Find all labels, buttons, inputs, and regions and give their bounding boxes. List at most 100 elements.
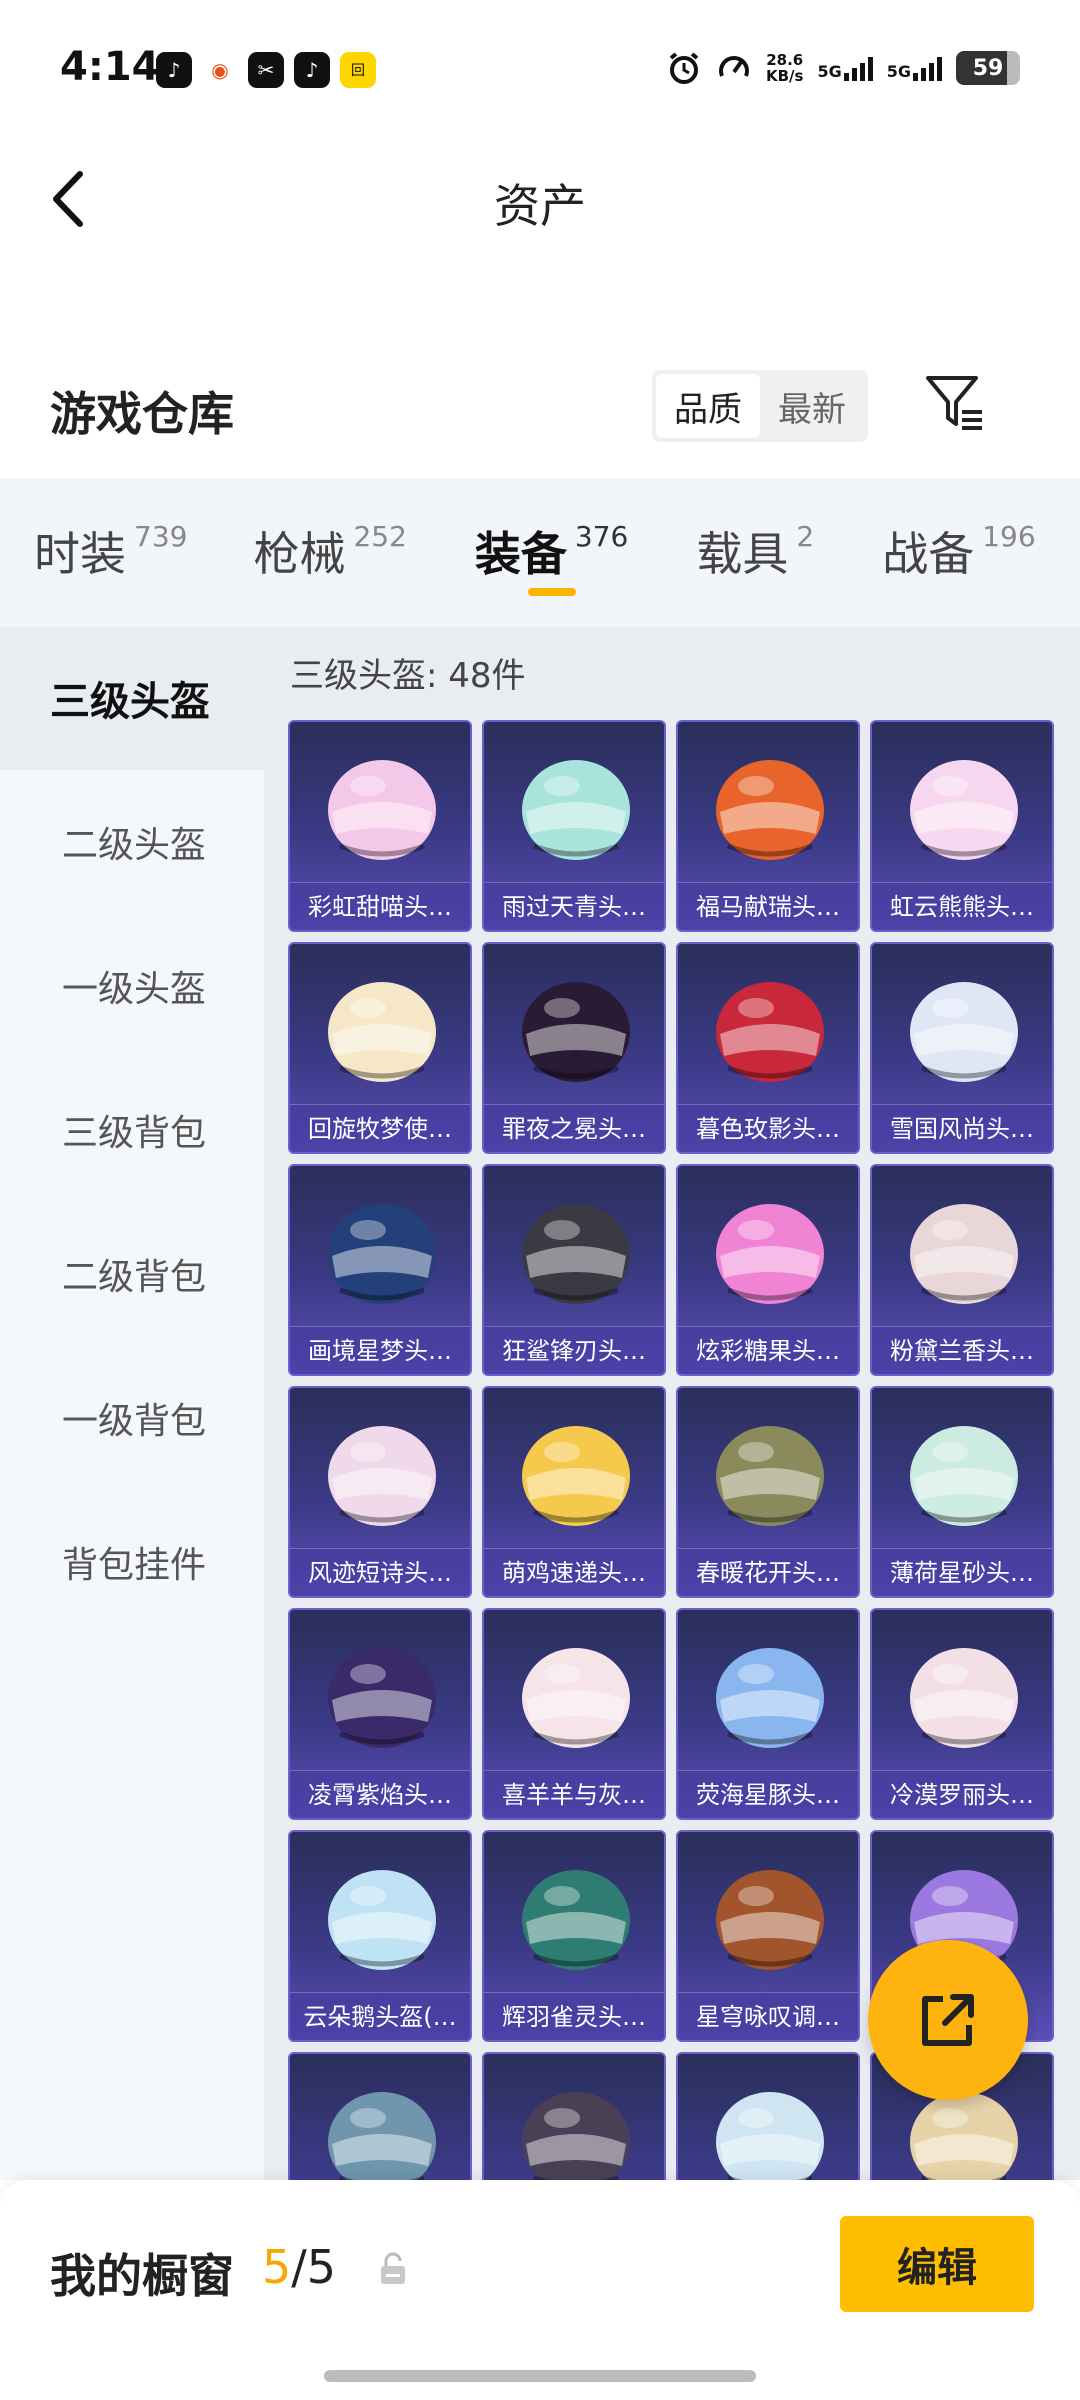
- app-badge-icon: 回: [340, 52, 376, 88]
- item-card[interactable]: 春暖花开头…: [676, 1386, 860, 1598]
- helmet-icon: [522, 1648, 630, 1748]
- item-card[interactable]: 冷漠罗丽头…: [870, 1608, 1054, 1820]
- item-name: 风迹短诗头…: [290, 1548, 470, 1596]
- item-name: 狂鲨锋刃头…: [484, 1326, 664, 1374]
- helmet-icon: [522, 1870, 630, 1970]
- item-card[interactable]: 彩虹甜喵头…: [288, 720, 472, 932]
- item-name: 萌鸡速递头…: [484, 1548, 664, 1596]
- helmet-icon: [716, 760, 824, 860]
- helmet-icon: [716, 1204, 824, 1304]
- helmet-icon: [910, 1204, 1018, 1304]
- page-title: 资产: [494, 179, 586, 233]
- item-name: 云朵鹅头盔(…: [290, 1992, 470, 2040]
- item-name: 春暖花开头…: [678, 1548, 858, 1596]
- item-card[interactable]: 虹云熊熊头…: [870, 720, 1054, 932]
- douyin-icon: ♪: [156, 52, 192, 88]
- helmet-icon: [910, 982, 1018, 1082]
- list-count-header: 三级头盔: 48件: [290, 656, 526, 696]
- category-tabs: 时装 739 枪械 252 装备 376 载具 2 战备 196: [0, 478, 1080, 626]
- item-card[interactable]: 狂鲨锋刃头…: [482, 1164, 666, 1376]
- item-name: 彩虹甜喵头…: [290, 882, 470, 930]
- helmet-icon: [328, 1204, 436, 1304]
- signal-2: 5G: [887, 55, 942, 81]
- helmet-icon: [328, 982, 436, 1082]
- subcategory-sidebar: 三级头盔 二级头盔 一级头盔 三级背包 二级背包 一级背包 背包挂件: [0, 626, 264, 2180]
- item-name: 暮色玫影头…: [678, 1104, 858, 1152]
- item-card[interactable]: 回旋牧梦使…: [288, 942, 472, 1154]
- item-card[interactable]: 粉黛兰香头…: [870, 1164, 1054, 1376]
- helmet-icon: [910, 1426, 1018, 1526]
- item-card[interactable]: 凌霄紫焰头…: [288, 1608, 472, 1820]
- home-indicator: [324, 2370, 756, 2382]
- item-name: 冷漠罗丽头…: [872, 1770, 1052, 1818]
- filter-icon[interactable]: [922, 370, 986, 434]
- helmet-icon: [328, 1870, 436, 1970]
- tab-vehicles[interactable]: 载具 2: [696, 478, 814, 626]
- share-button[interactable]: [868, 1940, 1028, 2100]
- item-card[interactable]: 辉羽雀灵头…: [482, 1830, 666, 2042]
- item-card[interactable]: 萌鸡速递头…: [482, 1386, 666, 1598]
- item-card[interactable]: 云朵鹅头盔(…: [288, 1830, 472, 2042]
- item-name: 雪国风尚头…: [872, 1104, 1052, 1152]
- item-name: 回旋牧梦使…: [290, 1104, 470, 1152]
- item-card[interactable]: 画境星梦头…: [288, 1164, 472, 1376]
- helmet-icon: [328, 1648, 436, 1748]
- sidebar-item-lv2-helmet[interactable]: 二级头盔: [0, 770, 264, 914]
- sidebar-item-lv2-backpack[interactable]: 二级背包: [0, 1202, 264, 1346]
- item-card[interactable]: 罪夜之冕头…: [482, 942, 666, 1154]
- item-name: 雨过天青头…: [484, 882, 664, 930]
- status-bar: 4:14 ♪ ◉ ✂ ♪ 回 28.6 KB/s 5G 5G 59: [0, 0, 1080, 140]
- item-name: 凌霄紫焰头…: [290, 1770, 470, 1818]
- signal-bars-icon: [843, 55, 873, 81]
- item-card[interactable]: 暮色玫影头…: [676, 942, 860, 1154]
- network-speed: 28.6 KB/s: [766, 51, 804, 85]
- tab-weapons[interactable]: 枪械 252: [253, 478, 406, 626]
- item-card[interactable]: 薄荷星砂头…: [870, 1386, 1054, 1598]
- showcase-label: 我的橱窗: [50, 2249, 234, 2303]
- signal-bars-icon: [913, 55, 942, 81]
- share-icon: [922, 1994, 974, 2046]
- helmet-icon: [716, 1426, 824, 1526]
- sidebar-item-lv1-helmet[interactable]: 一级头盔: [0, 914, 264, 1058]
- notification-icons: ♪ ◉ ✂ ♪ 回: [156, 52, 376, 88]
- showcase-count: 5/5: [262, 2240, 337, 2294]
- tab-fashion[interactable]: 时装 739: [34, 478, 187, 626]
- sort-quality-button[interactable]: 品质: [656, 374, 760, 438]
- tab-combat-gear[interactable]: 战备 196: [882, 478, 1035, 626]
- item-name: 星穹咏叹调…: [678, 1992, 858, 2040]
- sidebar-item-backpack-pendant[interactable]: 背包挂件: [0, 1490, 264, 1634]
- helmet-icon: [716, 1648, 824, 1748]
- item-name: 辉羽雀灵头…: [484, 1992, 664, 2040]
- helmet-icon: [910, 760, 1018, 860]
- item-name: 荧海星豚头…: [678, 1770, 858, 1818]
- item-name: 罪夜之冕头…: [484, 1104, 664, 1152]
- item-name: 虹云熊熊头…: [872, 882, 1052, 930]
- battery-indicator: 59: [956, 51, 1020, 85]
- item-card[interactable]: 喜羊羊与灰…: [482, 1608, 666, 1820]
- item-card[interactable]: 风迹短诗头…: [288, 1386, 472, 1598]
- item-card[interactable]: 福马献瑞头…: [676, 720, 860, 932]
- showcase-bar: 我的橱窗 5/5 编辑: [0, 2180, 1080, 2400]
- helmet-icon: [522, 1204, 630, 1304]
- edit-button[interactable]: 编辑: [840, 2216, 1034, 2312]
- item-card[interactable]: 雪国风尚头…: [870, 942, 1054, 1154]
- sidebar-item-lv3-helmet[interactable]: 三级头盔: [0, 626, 264, 770]
- item-card[interactable]: 星穹咏叹调…: [676, 1830, 860, 2042]
- app-header: 资产: [0, 150, 1080, 250]
- alarm-icon: [669, 52, 699, 84]
- clock: 4:14: [60, 44, 160, 90]
- sort-latest-button[interactable]: 最新: [760, 374, 864, 438]
- helmet-icon: [522, 760, 630, 860]
- item-name: 画境星梦头…: [290, 1326, 470, 1374]
- tab-equipment[interactable]: 装备 376: [475, 478, 628, 626]
- lock-icon: [381, 2252, 405, 2284]
- sidebar-item-lv3-backpack[interactable]: 三级背包: [0, 1058, 264, 1202]
- item-card[interactable]: 荧海星豚头…: [676, 1608, 860, 1820]
- item-card[interactable]: 炫彩糖果头…: [676, 1164, 860, 1376]
- item-card[interactable]: 雨过天青头…: [482, 720, 666, 932]
- helmet-icon: [910, 1648, 1018, 1748]
- sidebar-item-lv1-backpack[interactable]: 一级背包: [0, 1346, 264, 1490]
- sort-toggle: 品质 最新: [652, 370, 868, 442]
- helmet-icon: [522, 1426, 630, 1526]
- item-name: 炫彩糖果头…: [678, 1326, 858, 1374]
